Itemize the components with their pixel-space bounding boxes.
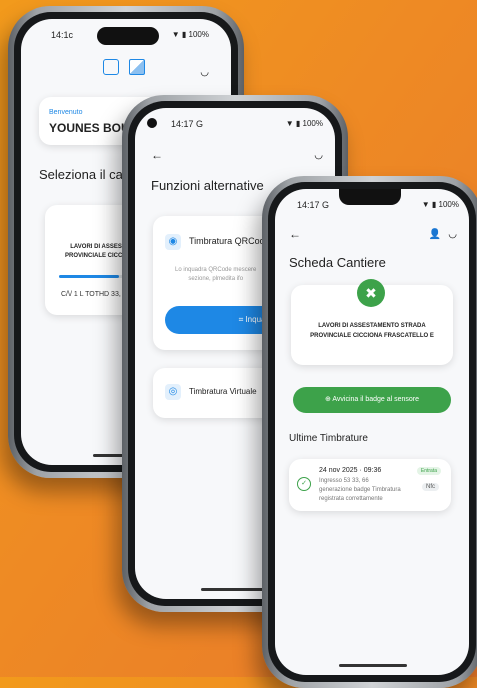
entry-line3: registrata correttamente	[319, 496, 383, 502]
status-battery: ▼ ▮ 100%	[421, 200, 459, 209]
tools-icon: ✖	[357, 279, 385, 307]
page-title: Funzioni alternative	[151, 178, 264, 193]
phone-front-bezel: 14:17 G ▼ ▮ 100% ← 👤 ◡ Scheda Cantiere ✖…	[268, 182, 476, 682]
entry-status-badge: Entrata	[416, 467, 441, 475]
camera-icon: ◉	[165, 234, 181, 250]
dynamic-island	[97, 27, 159, 45]
welcome-label: Benvenuto	[49, 109, 83, 116]
timbrature-title: Ultime Timbrature	[289, 433, 368, 444]
header-icons	[103, 59, 146, 80]
virtual-title: Timbratura Virtuale	[189, 387, 257, 396]
status-bar: 14:1c ▼ ▮ 100%	[21, 19, 231, 45]
check-circle-icon: ✓	[297, 477, 311, 491]
phone-front-screen: 14:17 G ▼ ▮ 100% ← 👤 ◡ Scheda Cantiere ✖…	[275, 189, 469, 675]
site-card: ✖ LAVORI DI ASSESTAMENTO STRADA PROVINCI…	[291, 279, 453, 365]
status-battery: ▼ ▮ 100%	[285, 119, 323, 128]
badge-icon[interactable]	[103, 59, 119, 75]
progress-fill	[59, 275, 119, 278]
entry-type-badge: Nfc	[422, 483, 439, 491]
entry-line1: Ingresso 53 33, 66	[319, 478, 369, 484]
timbratura-entry[interactable]: ✓ 24 nov 2025 · 09:36 Ingresso 53 33, 66…	[289, 459, 451, 511]
back-arrow-icon[interactable]: ←	[151, 148, 163, 162]
camera-cutout	[147, 118, 157, 128]
status-bar: 14:17 G ▼ ▮ 100%	[275, 189, 469, 215]
home-indicator	[201, 588, 269, 591]
status-time: 14:17 G	[171, 119, 204, 129]
home-indicator	[339, 664, 407, 667]
qr-title: Timbratura QRCode	[189, 236, 270, 246]
eye-icon: ◎	[165, 384, 181, 400]
status-time: 14:17 G	[297, 200, 330, 210]
phone-front: 14:17 G ▼ ▮ 100% ← 👤 ◡ Scheda Cantiere ✖…	[262, 176, 477, 688]
back-arrow-icon[interactable]: ←	[289, 227, 301, 241]
add-user-icon[interactable]: 👤	[429, 229, 441, 240]
site-code: C/\/ 1 L TOTHD 33, 6	[61, 291, 127, 298]
wifi-icon: ◡	[200, 67, 209, 78]
status-bar: 14:17 G ▼ ▮ 100%	[135, 108, 335, 134]
badge-sensor-label: Avvicina il badge al sensore	[332, 396, 420, 403]
site-name: LAVORI DI ASSESTAMENTO STRADA PROVINCIAL…	[310, 323, 434, 339]
entry-date: 24 nov 2025 · 09:36	[319, 467, 382, 474]
entry-line2: generazione badge Timbratura	[319, 487, 401, 493]
wifi-icon: ◡	[448, 229, 457, 240]
wifi-icon: ◡	[314, 150, 323, 161]
qr-description: Lo inquadra QRCode mescere sezione, plme…	[175, 267, 257, 282]
image-icon[interactable]	[129, 59, 146, 75]
badge-sensor-button[interactable]: ⊕ Avvicina il badge al sensore	[293, 387, 451, 413]
notch	[339, 189, 401, 205]
page-title: Scheda Cantiere	[289, 255, 386, 270]
status-battery: ▼ ▮ 100%	[171, 30, 209, 39]
status-time: 14:1c	[51, 30, 74, 40]
